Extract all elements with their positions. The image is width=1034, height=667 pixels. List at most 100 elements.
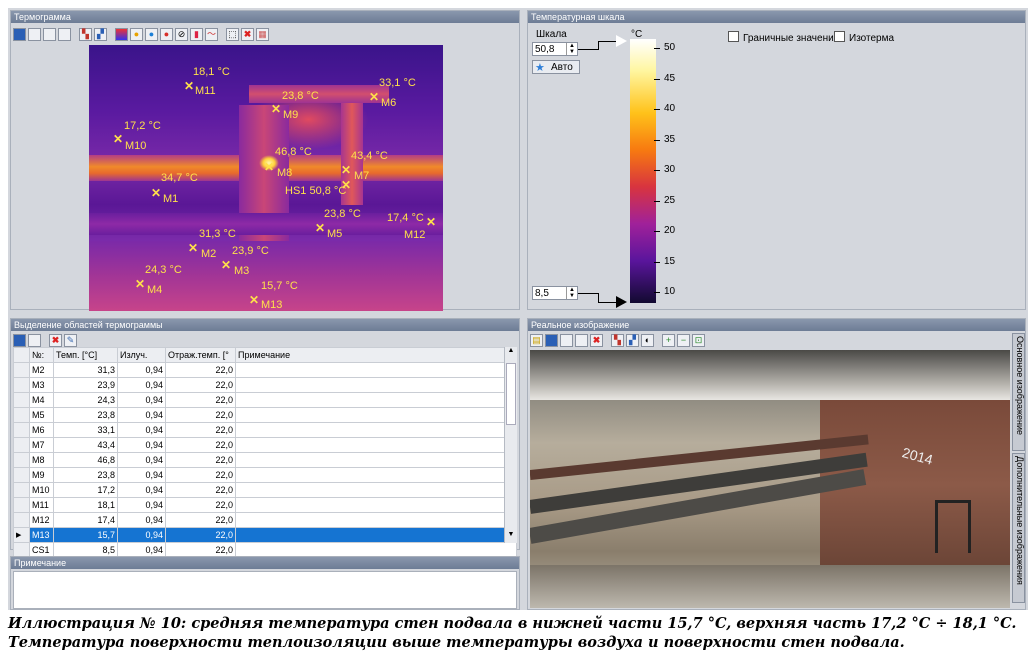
marker-m9-id: M9 xyxy=(283,109,299,121)
row-indicator xyxy=(13,362,30,378)
scroll-down-icon[interactable]: ▼ xyxy=(505,531,517,543)
cell-reflected-temp: 22,0 xyxy=(165,527,236,543)
row-indicator xyxy=(13,467,30,483)
hotspot-icon[interactable]: ● xyxy=(130,27,143,41)
isotherm-checkbox[interactable]: Изотерма xyxy=(834,31,894,44)
marker-m8[interactable]: ✕ xyxy=(264,161,274,173)
marker-m10[interactable]: ✕ xyxy=(113,133,123,145)
marker-m2[interactable]: ✕ xyxy=(188,242,198,254)
row-indicator xyxy=(13,452,30,468)
marker-m3[interactable]: ✕ xyxy=(221,259,231,271)
col-reflected-temp[interactable]: Отраж.темп. [° xyxy=(165,347,236,363)
table-row[interactable]: M10 17,2 0,94 22,0 xyxy=(13,482,517,498)
col-number[interactable]: №: xyxy=(29,347,54,363)
table-row[interactable]: M6 33,1 0,94 22,0 xyxy=(13,422,517,438)
table-row[interactable]: M3 23,9 0,94 22,0 xyxy=(13,377,517,393)
col-note[interactable]: Примечание xyxy=(235,347,517,363)
cell-emissivity: 0,94 xyxy=(117,377,166,393)
grid-icon[interactable]: ▦ xyxy=(256,27,269,41)
cell-temp: 23,8 xyxy=(53,407,118,423)
coldspot-icon[interactable]: ● xyxy=(145,27,158,41)
table-row[interactable]: M11 18,1 0,94 22,0 xyxy=(13,497,517,513)
table-row[interactable]: M4 24,3 0,94 22,0 xyxy=(13,392,517,408)
auto-button[interactable]: ★ Авто xyxy=(532,60,580,74)
contrast-icon[interactable]: ◐ xyxy=(641,333,654,347)
side-tab-main-image[interactable]: Основное изображение xyxy=(1012,333,1025,451)
col-temp[interactable]: Темп. [°C] xyxy=(53,347,118,363)
max-connector xyxy=(578,49,598,50)
select-area-icon[interactable]: ⬚ xyxy=(226,27,239,41)
marker-m4[interactable]: ✕ xyxy=(135,278,145,290)
scroll-thumb[interactable] xyxy=(506,363,516,425)
table-row[interactable]: M7 43,4 0,94 22,0 xyxy=(13,437,517,453)
cell-temp: 18,1 xyxy=(53,497,118,513)
copy-icon[interactable] xyxy=(560,333,573,347)
marker-m6[interactable]: ✕ xyxy=(369,91,379,103)
marker-label-m5-temp: 23,8 °C xyxy=(324,208,361,220)
table-scrollbar[interactable]: ▲ ▼ xyxy=(504,347,517,543)
spin-icon[interactable]: ▲ ▼ xyxy=(566,43,577,55)
histogram-icon[interactable]: ▮ xyxy=(190,27,203,41)
min-handle-icon[interactable] xyxy=(616,296,627,308)
marker-m1[interactable]: ✕ xyxy=(151,187,161,199)
edit-icon[interactable]: ✎ xyxy=(64,333,77,347)
marker-m11[interactable]: ✕ xyxy=(184,80,194,92)
copy-icon[interactable] xyxy=(28,27,41,41)
delete-icon[interactable]: ✖ xyxy=(241,27,254,41)
table-row[interactable]: M2 31,3 0,94 22,0 xyxy=(13,362,517,378)
save-icon[interactable] xyxy=(13,333,26,347)
marker-m12-id: M12 xyxy=(404,229,426,241)
scale-min-input[interactable]: 8,5 ▲ ▼ xyxy=(532,286,578,300)
palette-icon[interactable]: ▚ xyxy=(611,333,624,347)
marker-m13[interactable]: ✕ xyxy=(249,294,259,306)
print-icon[interactable] xyxy=(58,27,71,41)
export-icon[interactable] xyxy=(575,333,588,347)
delete-icon[interactable]: ✖ xyxy=(49,333,62,347)
cell-reflected-temp: 22,0 xyxy=(165,437,236,453)
scale-min-value: 8,5 xyxy=(535,288,549,299)
marker-m12[interactable]: ✕ xyxy=(426,216,436,228)
spin-icon[interactable]: ▲ ▼ xyxy=(566,287,577,299)
open-icon[interactable]: ▤ xyxy=(530,333,543,347)
table-row[interactable]: M5 23,8 0,94 22,0 xyxy=(13,407,517,423)
copy-icon[interactable] xyxy=(28,333,41,347)
boundary-values-checkbox[interactable]: Граничные значения xyxy=(728,31,839,44)
profile-icon[interactable]: 〜 xyxy=(205,27,218,41)
scroll-up-icon[interactable]: ▲ xyxy=(505,347,517,359)
side-tab-additional-images[interactable]: Дополнительные изображения xyxy=(1012,453,1025,603)
marker-m7[interactable]: ✕ xyxy=(341,164,351,176)
palette-swap-icon[interactable]: ▞ xyxy=(94,27,107,41)
cell-temp: 24,3 xyxy=(53,392,118,408)
cell-emissivity: 0,94 xyxy=(117,512,166,528)
note-textarea[interactable] xyxy=(13,571,517,609)
scale-icon[interactable] xyxy=(115,27,128,41)
table-row[interactable]: M12 17,4 0,94 22,0 xyxy=(13,512,517,528)
point-icon[interactable]: ● xyxy=(160,27,173,41)
thermal-image[interactable]: 18,1 °C ✕ M11 23,8 °C ✕ M9 33,1 °C ✕ M6 … xyxy=(89,45,443,311)
max-handle-icon[interactable] xyxy=(616,35,627,47)
max-connector xyxy=(598,41,616,42)
photo-image[interactable]: 2014 xyxy=(530,350,1010,608)
cell-note xyxy=(235,452,517,468)
marker-m9[interactable]: ✕ xyxy=(271,103,281,115)
palette-swap-icon[interactable]: ▞ xyxy=(626,333,639,347)
table-row[interactable]: ▶ M13 15,7 0,94 22,0 xyxy=(13,527,517,543)
save-icon[interactable] xyxy=(13,27,26,41)
no-icon[interactable]: ⊘ xyxy=(175,27,188,41)
zoom-fit-icon[interactable]: ⊡ xyxy=(692,333,705,347)
zoom-in-icon[interactable]: + xyxy=(662,333,675,347)
marker-m3-id: M3 xyxy=(234,265,250,277)
zoom-out-icon[interactable]: − xyxy=(677,333,690,347)
cell-emissivity: 0,94 xyxy=(117,407,166,423)
marker-m5[interactable]: ✕ xyxy=(315,222,325,234)
min-connector xyxy=(598,293,599,302)
max-connector xyxy=(598,41,599,50)
save-icon[interactable] xyxy=(545,333,558,347)
scale-max-input[interactable]: 50,8 ▲ ▼ xyxy=(532,42,578,56)
table-row[interactable]: M8 46,8 0,94 22,0 xyxy=(13,452,517,468)
palette-icon[interactable]: ▚ xyxy=(79,27,92,41)
delete-icon[interactable]: ✖ xyxy=(590,333,603,347)
export-icon[interactable] xyxy=(43,27,56,41)
col-emissivity[interactable]: Излуч. xyxy=(117,347,166,363)
table-row[interactable]: M9 23,8 0,94 22,0 xyxy=(13,467,517,483)
